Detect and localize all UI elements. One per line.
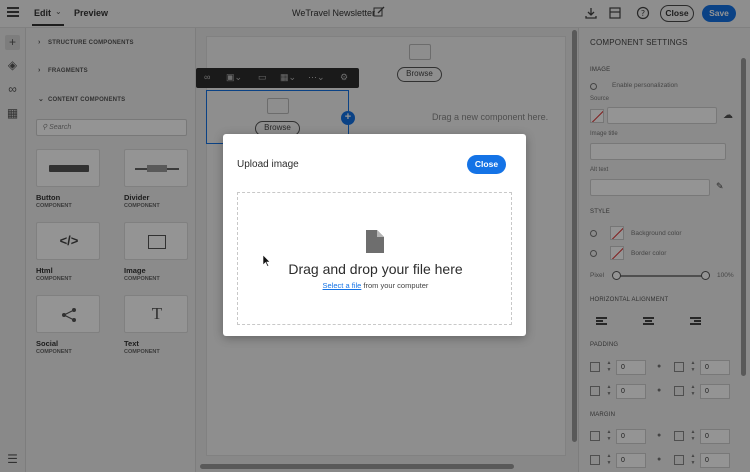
dialog-title: Upload image bbox=[237, 159, 299, 170]
drop-zone-title: Drag and drop your file here bbox=[288, 261, 463, 277]
file-drop-zone[interactable]: Drag and drop your file here Select a fi… bbox=[237, 192, 512, 325]
drop-zone-subtitle: Select a file from your computer bbox=[322, 281, 429, 290]
upload-image-dialog: Upload image Close Drag and drop your fi… bbox=[223, 134, 526, 336]
file-icon bbox=[366, 230, 384, 253]
mouse-cursor-icon bbox=[263, 255, 271, 267]
select-file-link[interactable]: Select a file bbox=[323, 281, 362, 290]
dialog-close-button[interactable]: Close bbox=[467, 155, 506, 174]
